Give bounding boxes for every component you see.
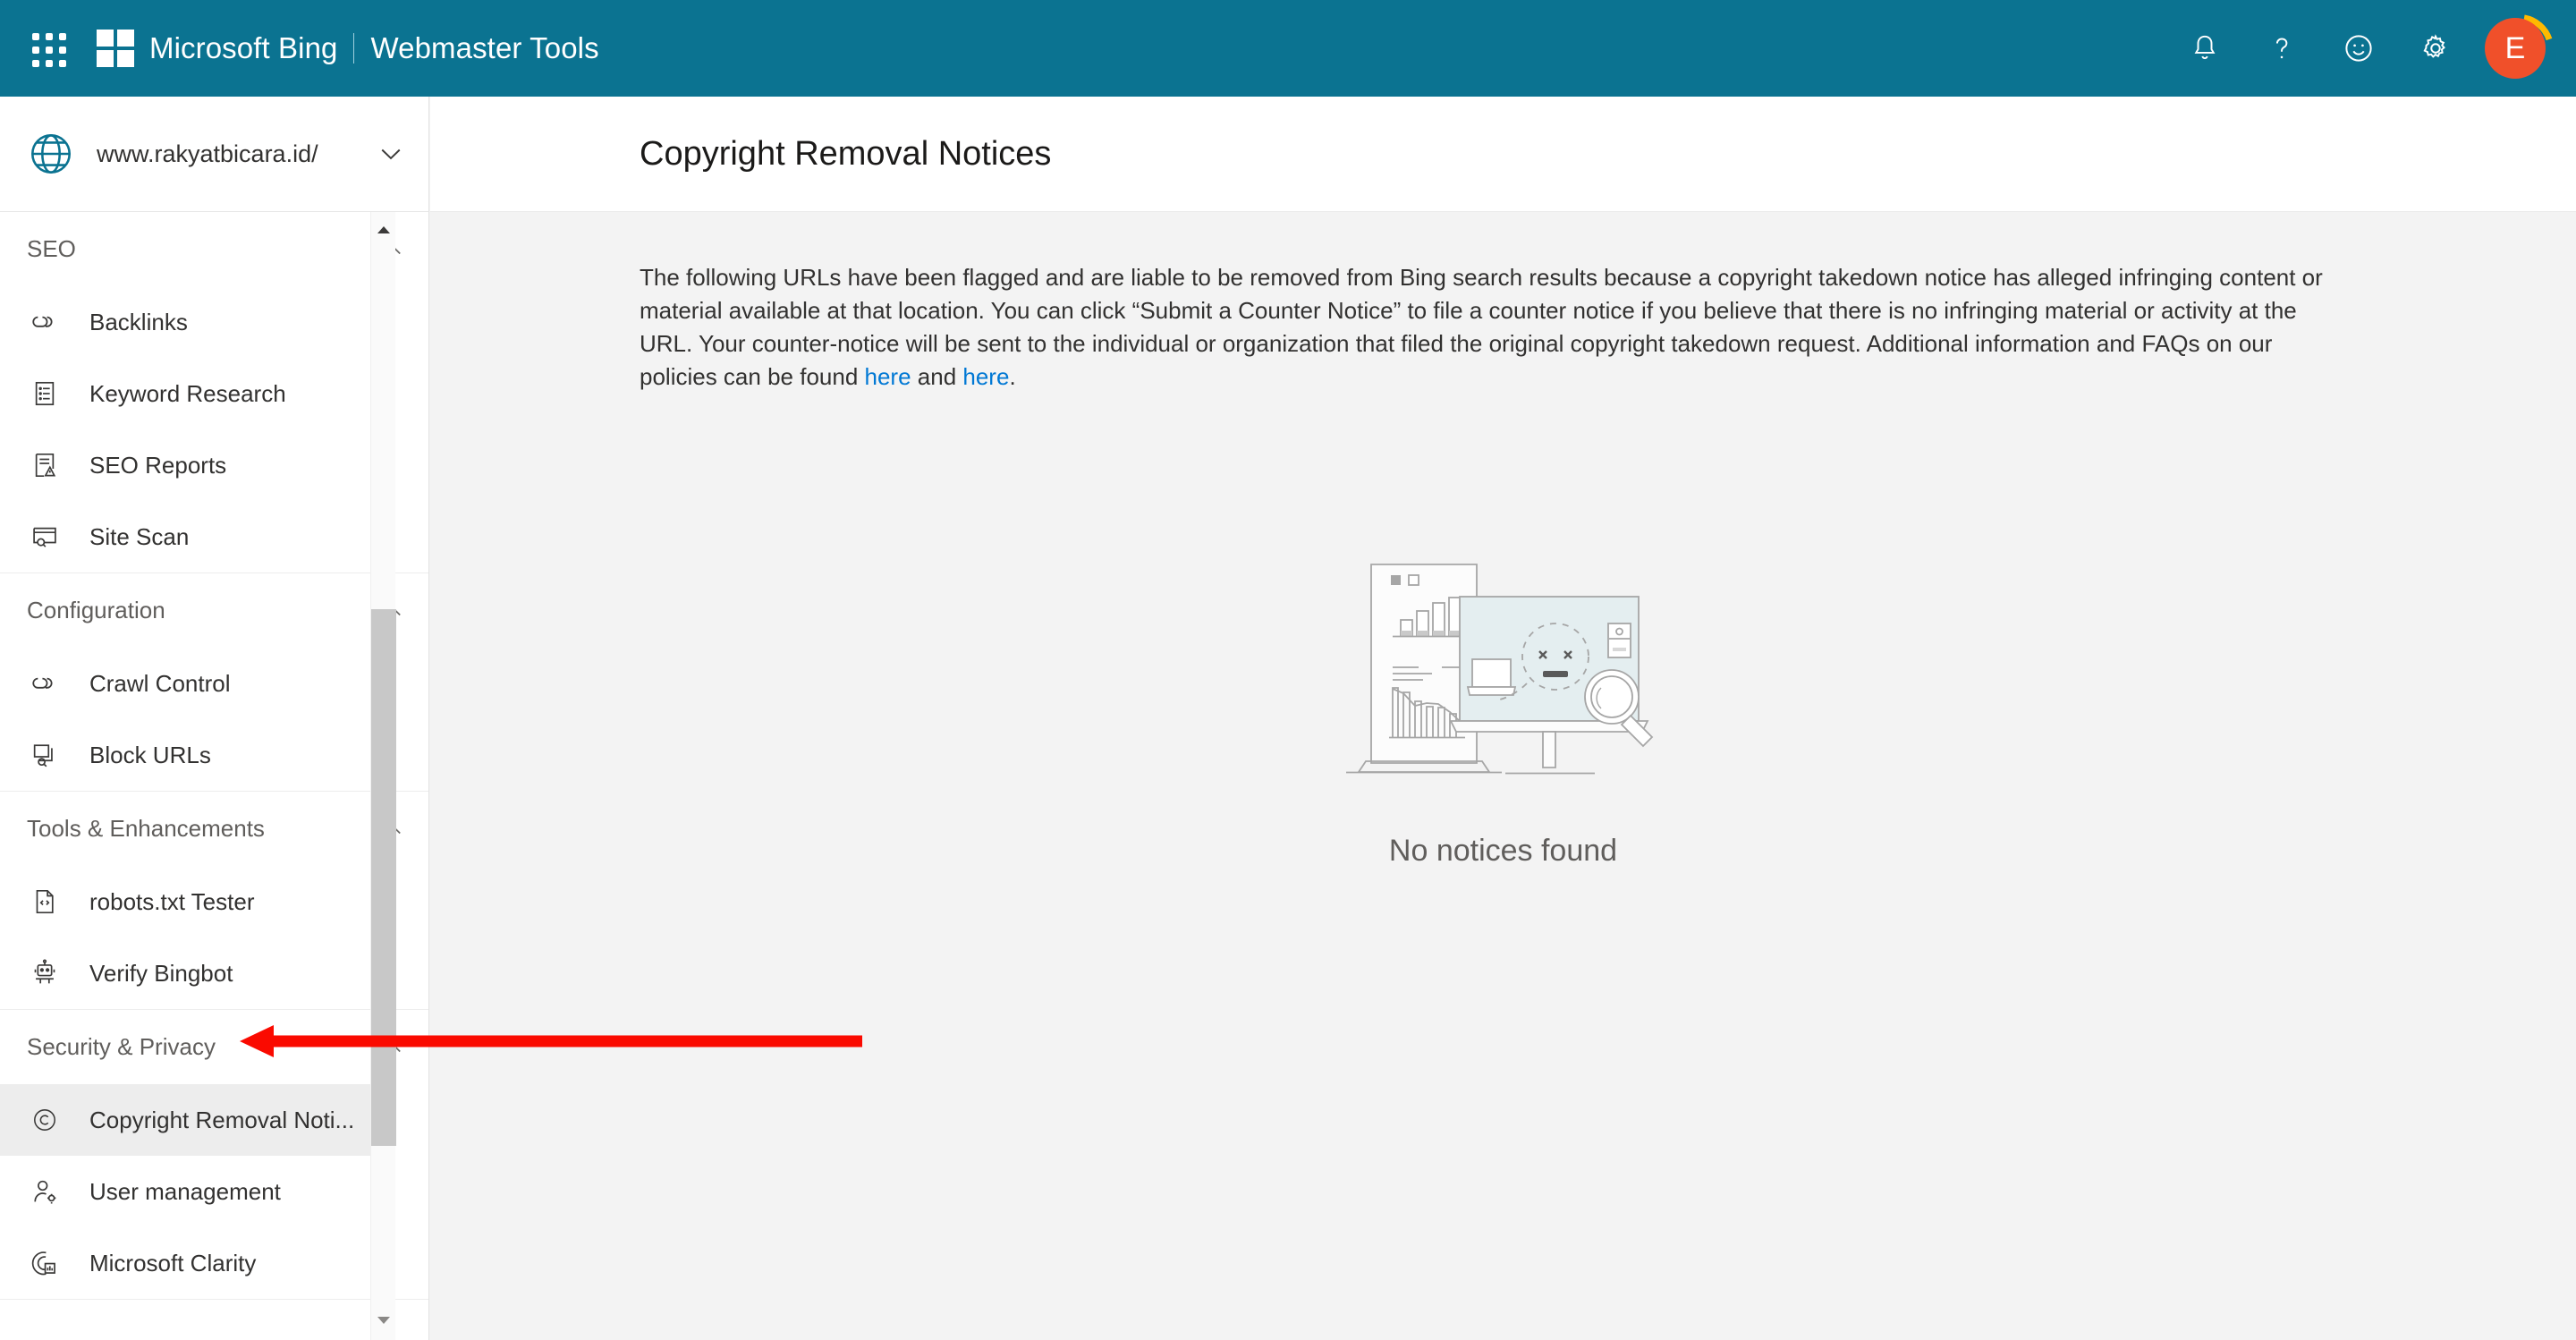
page-body: The following URLs have been flagged and… (430, 212, 2576, 869)
brand-name: Microsoft Bing (149, 31, 338, 64)
globe-icon (31, 134, 71, 174)
nav-group-header-seo[interactable]: SEO (0, 212, 428, 286)
nav-group-title-tools: Tools & Enhancements (27, 815, 265, 842)
sidebar-item-backlinks[interactable]: Backlinks (0, 286, 395, 358)
user-avatar[interactable]: E (2485, 18, 2546, 79)
sidebar-item-label: Backlinks (89, 308, 188, 335)
window-search-icon (27, 519, 63, 555)
sidebar-item-verify-bingbot[interactable]: Verify Bingbot (0, 937, 395, 1009)
code-file-icon (27, 884, 63, 920)
sidebar-item-label: Site Scan (89, 522, 190, 550)
no-data-illustration (1345, 564, 1653, 775)
sidebar-item-label: Verify Bingbot (89, 959, 233, 987)
app-launcher-waffle-icon[interactable] (20, 21, 73, 75)
link-icon (27, 666, 63, 701)
sidebar-item-label: Keyword Research (89, 379, 286, 407)
sidebar-item-label: Crawl Control (89, 669, 231, 697)
nav-group-header-tools[interactable]: Tools & Enhancements (0, 792, 428, 866)
sidebar-scrollbar-thumb[interactable] (371, 609, 396, 1146)
here-link-1[interactable]: here (865, 363, 911, 390)
feedback-smiley-icon[interactable] (2320, 10, 2397, 87)
brand-title[interactable]: Microsoft Bing Webmaster Tools (149, 31, 599, 65)
sidebar-item-label: SEO Reports (89, 451, 227, 479)
nav-section-seo: SEO Backlinks Keyword Research SEO Repor… (0, 212, 428, 573)
left-sidebar: www.rakyatbicara.id/ SEO Backlinks Keywo… (0, 97, 429, 1340)
site-selector[interactable]: www.rakyatbicara.id/ (0, 97, 428, 212)
sidebar-scrollbar[interactable] (370, 212, 396, 1340)
user-settings-icon (27, 1174, 63, 1209)
clarity-icon (27, 1245, 63, 1281)
nav-group-title-seo: SEO (27, 235, 76, 262)
sidebar-nav-scroll-area: SEO Backlinks Keyword Research SEO Repor… (0, 212, 428, 1340)
microsoft-logo-icon (97, 30, 134, 67)
windows-search-icon (27, 737, 63, 773)
nav-group-title-configuration: Configuration (27, 597, 165, 623)
link-icon (27, 304, 63, 340)
robot-icon (27, 955, 63, 991)
report-warning-icon (27, 447, 63, 483)
sidebar-item-label: Copyright Removal Noti... (89, 1106, 355, 1133)
top-header-bar: Microsoft Bing Webmaster Tools E (0, 0, 2576, 97)
sidebar-item-microsoft-clarity[interactable]: Microsoft Clarity (0, 1227, 395, 1299)
user-avatar-container[interactable]: E (2483, 13, 2555, 84)
nav-group-title-security-privacy: Security & Privacy (27, 1033, 216, 1060)
nav-section-configuration: Configuration Crawl Control Block URLs (0, 573, 428, 792)
sidebar-item-block-urls[interactable]: Block URLs (0, 719, 395, 791)
scroll-down-arrow[interactable] (371, 1308, 396, 1333)
sidebar-item-crawl-control[interactable]: Crawl Control (0, 648, 395, 719)
settings-gear-icon[interactable] (2397, 10, 2474, 87)
empty-state-message: No notices found (1388, 834, 1618, 868)
empty-state: No notices found (640, 549, 2367, 869)
nav-section-tools: Tools & Enhancements robots.txt Tester V… (0, 792, 428, 1010)
here-link-2[interactable]: here (962, 363, 1009, 390)
sidebar-item-label: Block URLs (89, 741, 211, 768)
sidebar-item-label: Microsoft Clarity (89, 1249, 257, 1276)
chevron-down-icon[interactable] (375, 138, 407, 170)
main-content: Copyright Removal Notices The following … (430, 97, 2576, 1340)
help-icon[interactable] (2243, 10, 2320, 87)
scroll-up-arrow[interactable] (371, 217, 396, 242)
brand-divider (353, 33, 355, 64)
site-url-label: www.rakyatbicara.id/ (97, 140, 318, 167)
sidebar-item-label: User management (89, 1177, 281, 1205)
intro-paragraph: The following URLs have been flagged and… (640, 261, 2339, 394)
sidebar-item-keyword-research[interactable]: Keyword Research (0, 358, 395, 429)
sidebar-item-seo-reports[interactable]: SEO Reports (0, 429, 395, 501)
nav-section-security-privacy: Security & Privacy Copyright Removal Not… (0, 1010, 428, 1300)
nav-group-header-security-privacy[interactable]: Security & Privacy (0, 1010, 428, 1084)
intro-and: and (911, 363, 963, 390)
document-list-icon (27, 376, 63, 411)
header-actions: E (2166, 10, 2576, 87)
product-name: Webmaster Tools (370, 31, 599, 64)
sidebar-item-user-management[interactable]: User management (0, 1156, 395, 1227)
nav-group-header-configuration[interactable]: Configuration (0, 573, 428, 648)
notifications-icon[interactable] (2166, 10, 2243, 87)
page-header: Copyright Removal Notices (430, 97, 2576, 212)
sidebar-item-label: robots.txt Tester (89, 887, 255, 915)
copyright-icon (27, 1102, 63, 1138)
sidebar-item-site-scan[interactable]: Site Scan (0, 501, 395, 572)
sidebar-item-copyright-removal-notices[interactable]: Copyright Removal Noti... (0, 1084, 395, 1156)
sidebar-item-robots-txt-tester[interactable]: robots.txt Tester (0, 866, 395, 937)
page-title: Copyright Removal Notices (640, 134, 1052, 173)
intro-period: . (1009, 363, 1016, 390)
